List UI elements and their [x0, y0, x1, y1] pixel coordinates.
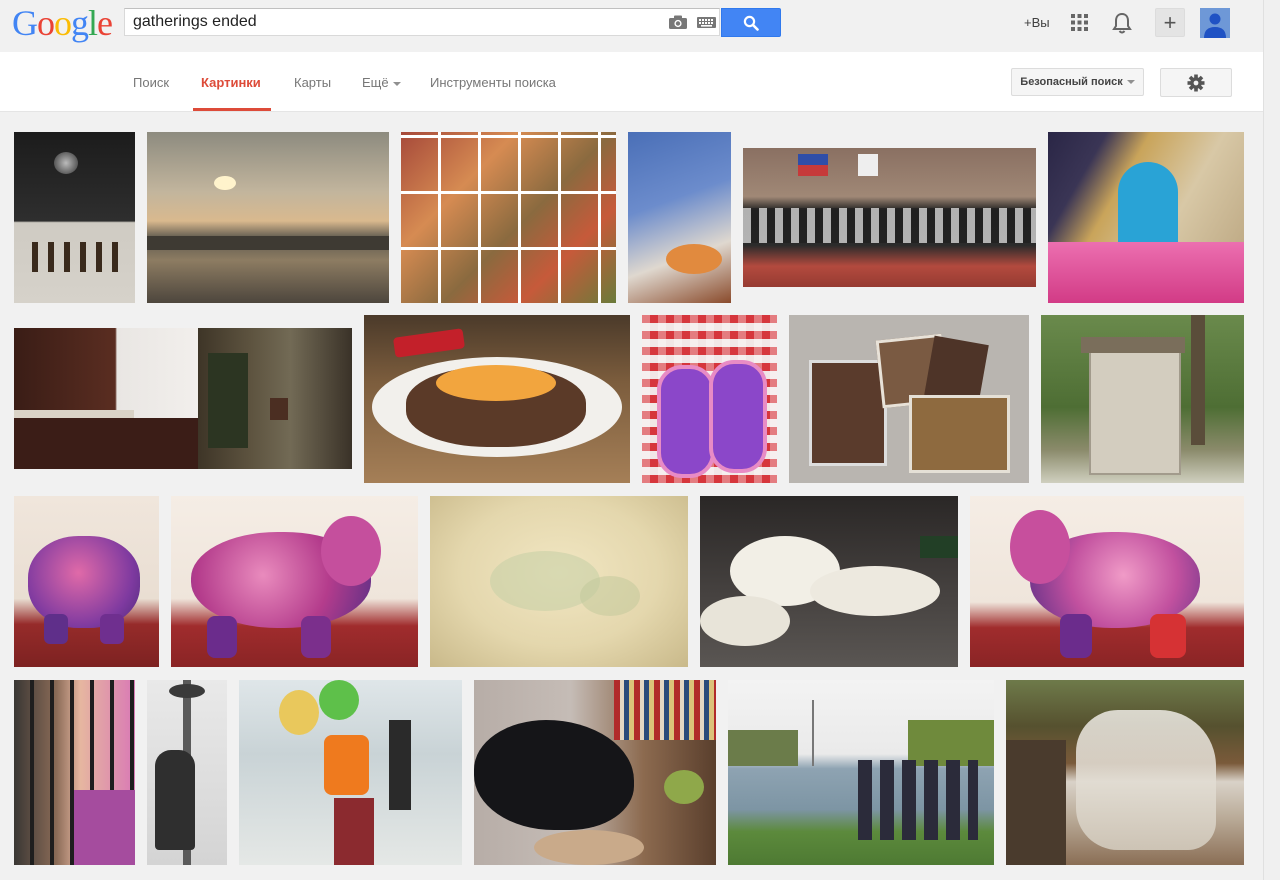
image-result[interactable] [970, 496, 1244, 667]
active-tab-indicator [193, 108, 271, 111]
image-result[interactable] [1006, 680, 1244, 865]
image-result[interactable] [743, 148, 1036, 287]
image-result[interactable] [14, 132, 135, 303]
safe-search-label: Безопасный поиск [1020, 76, 1123, 88]
image-result[interactable] [401, 132, 616, 303]
search-nav: Поиск Картинки Карты Ещё Инструменты пои… [0, 52, 1263, 112]
image-result[interactable] [474, 680, 716, 865]
apps-grid-icon[interactable] [1071, 14, 1088, 31]
tab-more[interactable]: Ещё [362, 75, 401, 90]
plus-icon: + [1163, 9, 1177, 35]
search-button[interactable] [721, 8, 781, 37]
image-results [0, 112, 1263, 880]
settings-button[interactable] [1160, 68, 1232, 97]
avatar-icon [1200, 8, 1230, 38]
image-result[interactable] [700, 496, 958, 667]
image-result[interactable] [198, 328, 352, 469]
page-scrollbar[interactable] [1263, 0, 1280, 880]
tab-more-label: Ещё [362, 75, 389, 90]
image-result[interactable] [1041, 315, 1244, 483]
plus-you-link[interactable]: +Вы [1024, 15, 1050, 30]
share-button[interactable]: + [1155, 8, 1185, 37]
image-result[interactable] [789, 315, 1029, 483]
search-box [124, 8, 720, 36]
avatar[interactable] [1200, 8, 1230, 38]
image-result[interactable] [147, 132, 389, 303]
image-result[interactable] [1048, 132, 1244, 303]
image-result[interactable] [364, 315, 630, 483]
search-input[interactable] [133, 9, 653, 35]
image-result[interactable] [430, 496, 688, 667]
gear-icon [1187, 74, 1205, 91]
image-result[interactable] [642, 315, 777, 483]
bell-icon[interactable] [1112, 12, 1132, 34]
image-result[interactable] [728, 680, 994, 865]
tab-search[interactable]: Поиск [133, 75, 169, 90]
image-result[interactable] [147, 680, 227, 865]
top-bar: Google +Вы [0, 0, 1263, 52]
google-logo[interactable]: Google [12, 5, 113, 41]
image-result[interactable] [14, 328, 198, 469]
chevron-down-icon [1126, 80, 1135, 84]
chevron-down-icon [392, 81, 401, 86]
image-result[interactable] [171, 496, 418, 667]
tab-images[interactable]: Картинки [201, 75, 261, 90]
image-result[interactable] [239, 680, 462, 865]
image-result[interactable] [628, 132, 731, 303]
safe-search-button[interactable]: Безопасный поиск [1011, 68, 1144, 96]
keyboard-icon[interactable] [697, 17, 716, 28]
tab-search-tools[interactable]: Инструменты поиска [430, 75, 556, 90]
image-result[interactable] [14, 496, 159, 667]
search-icon [743, 15, 759, 31]
camera-icon[interactable] [669, 15, 687, 29]
image-result[interactable] [14, 680, 135, 865]
tab-maps[interactable]: Карты [294, 75, 331, 90]
